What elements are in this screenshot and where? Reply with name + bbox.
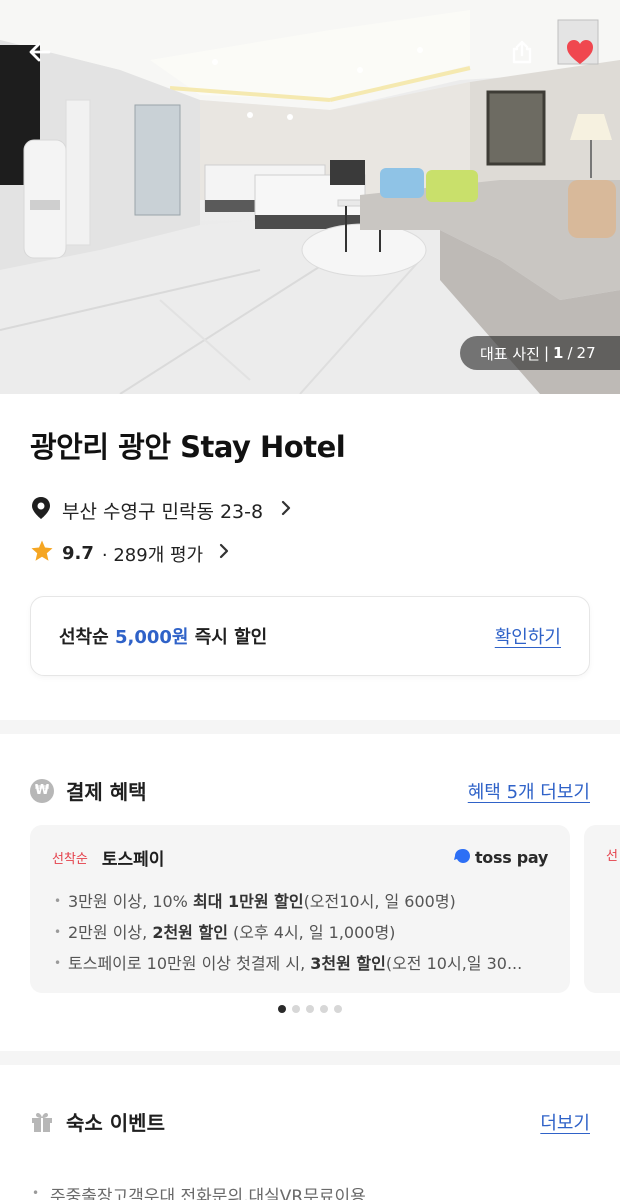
events-title: 숙소 이벤트	[66, 1111, 165, 1135]
benefit-item: 2만원 이상, 2천원 할인 (오후 4시, 일 1,000명)	[52, 917, 548, 948]
section-divider	[0, 720, 620, 734]
hotel-info: 광안리 광안 Stay Hotel 부산 수영구 민락동 23-8 9.7 · …	[0, 424, 620, 568]
benefit-item-text: 3만원 이상, 10%	[68, 892, 193, 911]
first-come-badge: 선	[606, 849, 618, 864]
share-button[interactable]	[502, 34, 542, 74]
won-icon: ₩	[30, 778, 54, 803]
pagination-dot-active[interactable]	[278, 1005, 286, 1013]
events-title-wrap: 숙소 이벤트	[30, 1107, 165, 1136]
hero-photo[interactable]: 대표 사진 | 1 / 27	[0, 0, 620, 394]
carousel-pagination	[0, 1005, 620, 1013]
benefit-item-highlight: 3천원 할인	[310, 954, 386, 973]
hotel-name: 광안리 광안 Stay Hotel	[30, 430, 346, 464]
heart-icon	[565, 38, 595, 70]
benefit-list: 3만원 이상, 10% 최대 1만원 할인(오전10시, 일 600명) 2만원…	[52, 886, 548, 979]
section-divider	[0, 1051, 620, 1065]
events-header: 숙소 이벤트 더보기	[0, 1107, 620, 1136]
address-text: 부산 수영구 민락동 23-8	[62, 501, 264, 523]
events-section: 숙소 이벤트 더보기 주중출장고객우대 전화문의,대실VR무료이용	[0, 1065, 620, 1200]
payment-benefits-title-wrap: ₩ 결제 혜택	[30, 776, 147, 805]
benefits-more-link[interactable]: 혜택 5개 더보기	[468, 778, 590, 804]
benefit-item-detail: (오전 10시,일 30...	[385, 954, 523, 973]
benefit-carousel[interactable]: 선착순 토스페이 toss pay 3만원 이상, 10% 최대 1만원 할인(…	[0, 825, 620, 993]
payment-benefits-header: ₩ 결제 혜택 혜택 5개 더보기	[0, 776, 620, 805]
photo-counter-slash: /	[567, 344, 573, 362]
review-count: · 289개 평가	[101, 544, 204, 566]
address-row[interactable]: 부산 수영구 민락동 23-8	[30, 496, 590, 525]
benefit-card-next[interactable]: 선	[584, 825, 620, 993]
toss-logo-icon	[453, 848, 471, 868]
event-item: 주중출장고객우대 전화문의,대실VR무료이용	[30, 1182, 590, 1200]
chevron-right-icon	[219, 543, 229, 564]
benefit-item: 3만원 이상, 10% 최대 1만원 할인(오전10시, 일 600명)	[52, 886, 548, 917]
benefit-card-title: 선착순 토스페이	[52, 845, 164, 870]
coupon-banner[interactable]: 선착순 5,000원 즉시 할인 확인하기	[30, 596, 590, 676]
photo-current: 1	[553, 344, 564, 362]
benefit-card-name: 토스페이	[101, 850, 165, 870]
event-list: 주중출장고객우대 전화문의,대실VR무료이용	[0, 1182, 620, 1200]
arrow-left-icon	[27, 39, 53, 69]
rating-row[interactable]: 9.7 · 289개 평가	[30, 539, 590, 568]
pagination-dot[interactable]	[292, 1005, 300, 1013]
back-button[interactable]	[20, 34, 60, 74]
benefit-item-highlight: 최대 1만원 할인	[192, 892, 304, 911]
events-more-link[interactable]: 더보기	[540, 1109, 590, 1135]
photo-counter[interactable]: 대표 사진 | 1 / 27	[460, 336, 620, 370]
photo-label: 대표 사진	[480, 344, 540, 363]
benefit-card[interactable]: 선착순 토스페이 toss pay 3만원 이상, 10% 최대 1만원 할인(…	[30, 825, 570, 993]
coupon-suffix: 즉시 할인	[188, 627, 268, 648]
benefit-item-highlight: 2천원 할인	[152, 923, 228, 942]
first-come-badge: 선착순	[52, 852, 88, 867]
location-pin-icon	[30, 496, 52, 525]
star-icon	[30, 539, 54, 568]
payment-benefits-section: ₩ 결제 혜택 혜택 5개 더보기 선착순 토스페이 toss pay 3만원 …	[0, 734, 620, 1013]
benefit-item-text: 토스페이로 10만원 이상 첫결제 시,	[68, 954, 311, 973]
coupon-prefix: 선착순	[59, 627, 115, 648]
photo-counter-divider: |	[543, 344, 550, 362]
coupon-amount: 5,000원	[114, 627, 189, 648]
photo-total: 27	[576, 344, 596, 362]
coupon-text: 선착순 5,000원 즉시 할인	[59, 623, 267, 649]
gift-icon	[30, 1110, 54, 1134]
benefit-item: 토스페이로 10만원 이상 첫결제 시, 3천원 할인(오전 10시,일 30.…	[52, 948, 548, 979]
toss-pay-logo: toss pay	[453, 848, 548, 868]
benefit-item-detail: (오후 4시, 일 1,000명)	[227, 923, 396, 942]
payment-benefits-title: 결제 혜택	[66, 780, 147, 804]
pagination-dot[interactable]	[306, 1005, 314, 1013]
benefit-item-detail: (오전10시, 일 600명)	[303, 892, 456, 911]
share-icon	[509, 39, 535, 69]
pagination-dot[interactable]	[320, 1005, 328, 1013]
benefit-card-header: 선착순 토스페이 toss pay	[52, 845, 548, 870]
chevron-right-icon	[281, 500, 291, 521]
favorite-button[interactable]	[560, 34, 600, 74]
rating-score: 9.7	[62, 543, 94, 564]
coupon-confirm-link[interactable]: 확인하기	[495, 623, 561, 649]
pagination-dot[interactable]	[334, 1005, 342, 1013]
benefit-item-text: 2만원 이상,	[68, 923, 153, 942]
toss-logo-text: toss pay	[474, 848, 548, 867]
